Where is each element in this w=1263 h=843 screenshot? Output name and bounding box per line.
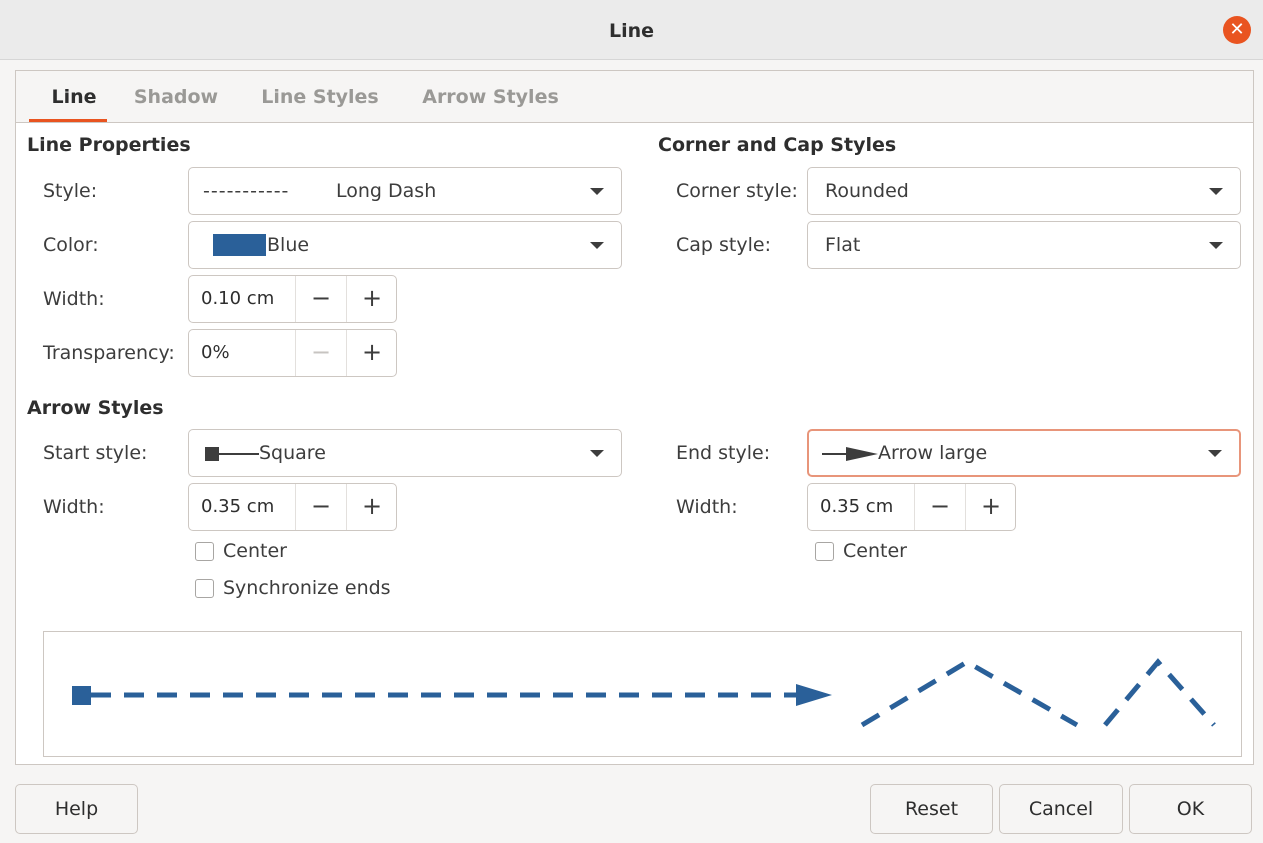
- line-preview: [43, 631, 1242, 757]
- chevron-down-icon: [1208, 450, 1222, 457]
- end-style-value: Arrow large: [878, 442, 988, 464]
- end-center-checkbox[interactable]: [815, 542, 834, 561]
- line-width-increment-button[interactable]: +: [346, 276, 397, 322]
- chevron-down-icon: [590, 188, 604, 195]
- window-title: Line: [608, 20, 655, 42]
- end-style-label: End style:: [676, 442, 771, 464]
- transparency-spinner: 0% − +: [188, 329, 397, 377]
- ok-button[interactable]: OK: [1129, 784, 1252, 834]
- arrow-styles-heading: Arrow Styles: [27, 397, 164, 419]
- tab-line[interactable]: Line: [29, 71, 119, 123]
- tab-line-styles[interactable]: Line Styles: [253, 71, 387, 123]
- color-select[interactable]: Blue: [188, 221, 622, 269]
- start-style-value: Square: [259, 442, 326, 464]
- color-swatch: [213, 234, 266, 256]
- style-label: Style:: [43, 180, 98, 202]
- corner-style-value: Rounded: [825, 180, 909, 202]
- style-value: Long Dash: [336, 180, 437, 202]
- line-width-spinner: 0.10 cm − +: [188, 275, 397, 323]
- tab-shadow[interactable]: Shadow: [127, 71, 225, 123]
- style-dash-preview: -----------: [203, 180, 290, 202]
- end-width-spinner: 0.35 cm − +: [807, 483, 1016, 531]
- corner-style-label: Corner style:: [676, 180, 798, 202]
- square-arrow-icon: [205, 447, 259, 461]
- chevron-down-icon: [1209, 242, 1223, 249]
- chevron-down-icon: [590, 450, 604, 457]
- line-width-decrement-button[interactable]: −: [295, 276, 346, 322]
- line-preview-canvas: [72, 658, 1216, 728]
- chevron-down-icon: [590, 242, 604, 249]
- synchronize-ends-label: Synchronize ends: [223, 577, 391, 599]
- preview-start-square: [72, 686, 91, 705]
- cap-style-select[interactable]: Flat: [807, 221, 1241, 269]
- start-width-increment-button[interactable]: +: [346, 484, 397, 530]
- transparency-label: Transparency:: [43, 342, 175, 364]
- end-center-label: Center: [843, 540, 907, 562]
- line-width-value[interactable]: 0.10 cm: [201, 276, 274, 322]
- start-width-label: Width:: [43, 496, 105, 518]
- preview-corner-shape-1: [860, 659, 1079, 728]
- end-width-label: Width:: [676, 496, 738, 518]
- start-width-value[interactable]: 0.35 cm: [201, 484, 274, 530]
- end-width-increment-button[interactable]: +: [965, 484, 1016, 530]
- start-width-spinner: 0.35 cm − +: [188, 483, 397, 531]
- line-properties-heading: Line Properties: [27, 134, 191, 156]
- preview-end-arrow: [796, 684, 832, 706]
- tab-arrow-styles[interactable]: Arrow Styles: [414, 71, 567, 123]
- chevron-down-icon: [1209, 188, 1223, 195]
- cap-style-label: Cap style:: [676, 234, 771, 256]
- cap-style-value: Flat: [825, 234, 861, 256]
- corner-cap-heading: Corner and Cap Styles: [658, 134, 897, 156]
- start-center-checkbox[interactable]: [195, 542, 214, 561]
- transparency-value[interactable]: 0%: [201, 330, 230, 376]
- color-value: Blue: [267, 234, 310, 256]
- preview-corner-shape-2: [1103, 658, 1216, 727]
- style-select[interactable]: ----------- Long Dash: [188, 167, 622, 215]
- transparency-decrement-button[interactable]: −: [295, 330, 346, 376]
- end-width-value[interactable]: 0.35 cm: [820, 484, 893, 530]
- color-label: Color:: [43, 234, 99, 256]
- end-width-decrement-button[interactable]: −: [914, 484, 965, 530]
- start-style-label: Start style:: [43, 442, 148, 464]
- transparency-increment-button[interactable]: +: [346, 330, 397, 376]
- start-center-label: Center: [223, 540, 287, 562]
- end-style-select[interactable]: Arrow large: [807, 429, 1241, 477]
- reset-button[interactable]: Reset: [870, 784, 993, 834]
- tab-active-indicator: [29, 119, 107, 122]
- synchronize-ends-checkbox[interactable]: [195, 579, 214, 598]
- cancel-button[interactable]: Cancel: [999, 784, 1123, 834]
- arrow-large-icon: [822, 447, 878, 461]
- start-style-select[interactable]: Square: [188, 429, 622, 477]
- corner-style-select[interactable]: Rounded: [807, 167, 1241, 215]
- width-label: Width:: [43, 288, 105, 310]
- close-button[interactable]: ✕: [1223, 16, 1251, 44]
- close-icon: ✕: [1229, 19, 1245, 40]
- help-button[interactable]: Help: [15, 784, 138, 834]
- start-width-decrement-button[interactable]: −: [295, 484, 346, 530]
